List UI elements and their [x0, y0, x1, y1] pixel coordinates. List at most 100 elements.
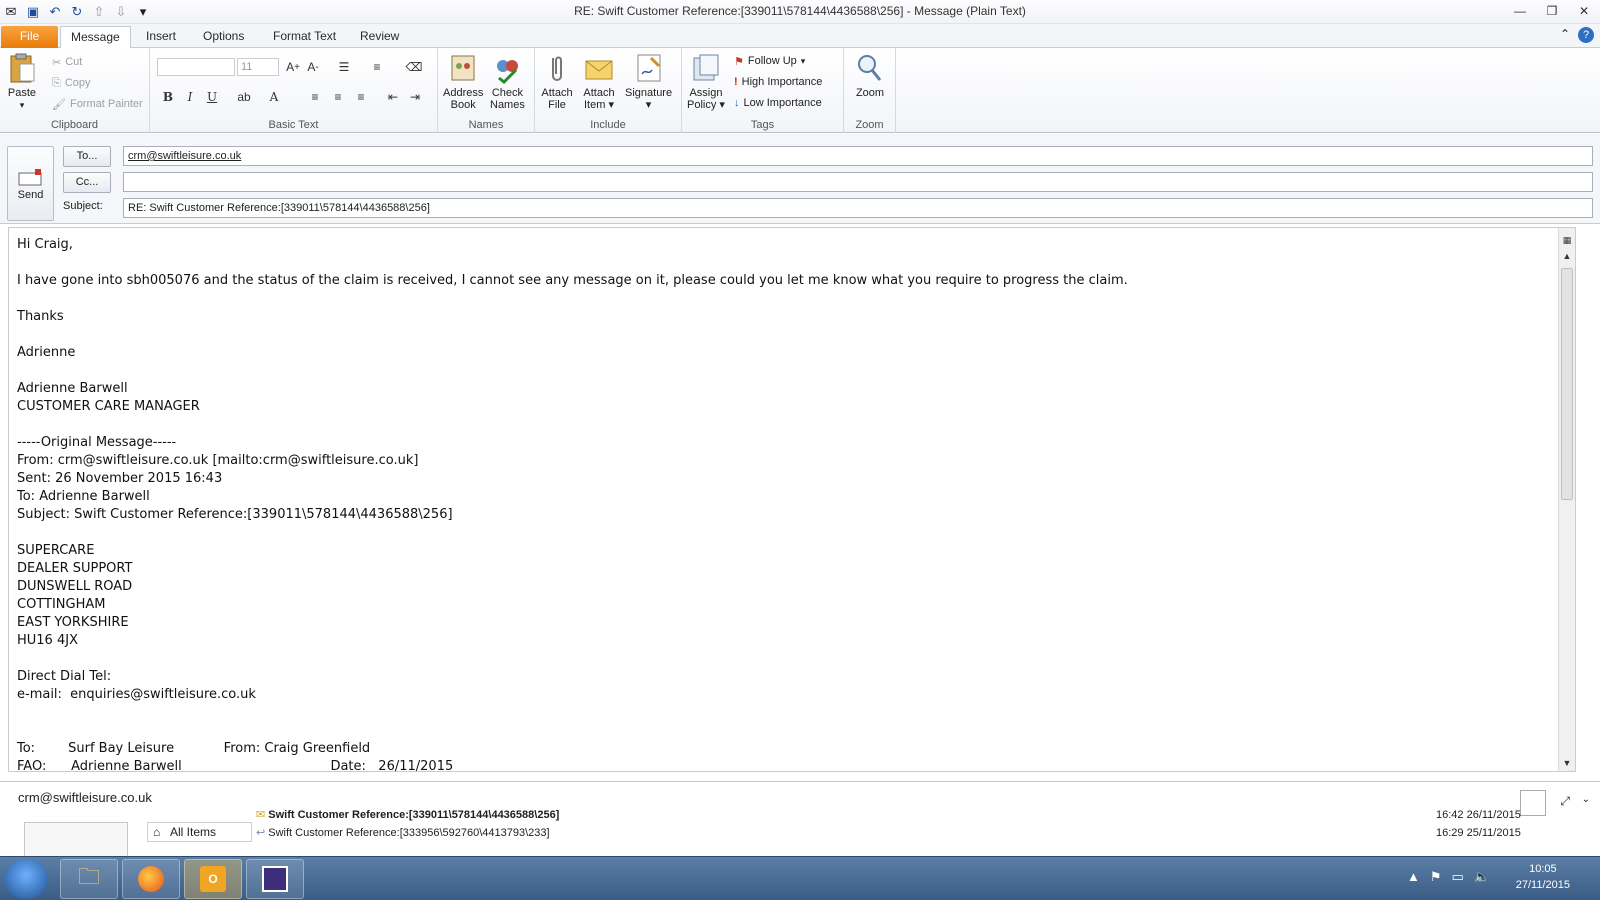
check-names-icon	[497, 60, 519, 84]
list-item[interactable]: ✉ Swift Customer Reference:[339011\57814…	[256, 806, 1556, 824]
clear-formatting-icon[interactable]: ⌫	[405, 58, 423, 76]
explorer-taskbar-button[interactable]: 🗀	[60, 859, 118, 899]
font-color-icon[interactable]: A	[265, 88, 283, 106]
down-arrow-icon: ↓	[734, 97, 740, 109]
help-icon[interactable]: ?	[1578, 27, 1594, 43]
flag-icon: ⚑	[734, 55, 744, 68]
people-pane: crm@swiftleisure.co.uk ⤢ ⌄ ⌂ All Items ✉…	[0, 781, 1600, 862]
taskbar: 🗀 O ▲ ⚑ ▭ 🔈 10:05 27/11/2015	[0, 856, 1600, 900]
cut-button[interactable]: ✂ Cut	[52, 53, 82, 71]
paste-button[interactable]: Paste ▾	[6, 52, 38, 111]
cc-field[interactable]	[123, 172, 1593, 192]
expand-icon[interactable]: ⤢	[1560, 794, 1570, 809]
message-body-text[interactable]: Hi Craig, I have gone into sbh005076 and…	[17, 236, 1557, 771]
low-importance-button[interactable]: ↓ Low Importance	[734, 94, 822, 112]
align-left-icon[interactable]: ≡	[306, 88, 324, 106]
tab-message[interactable]: Message	[60, 26, 131, 49]
tab-format-text[interactable]: Format Text	[263, 26, 346, 48]
action-center-flag-icon[interactable]: ⚑	[1430, 869, 1442, 885]
tab-file[interactable]: File	[1, 26, 58, 48]
window-title: RE: Swift Customer Reference:[339011\578…	[574, 4, 1026, 18]
tab-review[interactable]: Review	[350, 26, 409, 48]
scroll-down-icon[interactable]: ▼	[1559, 755, 1575, 771]
body-scrollbar[interactable]: ▦ ▲ ▼	[1558, 228, 1575, 771]
include-label: Include	[590, 119, 626, 131]
cc-button[interactable]: Cc...	[63, 172, 111, 193]
copy-button[interactable]: ⎘ Copy	[52, 74, 91, 92]
close-button[interactable]: ✕	[1568, 0, 1600, 22]
envelope-icon: ✉	[256, 809, 266, 821]
exclamation-icon: !	[734, 76, 738, 88]
tab-insert[interactable]: Insert	[136, 26, 186, 48]
address-book-icon	[451, 55, 475, 81]
clipboard-icon	[10, 53, 35, 83]
firefox-taskbar-button[interactable]	[122, 859, 180, 899]
restore-button[interactable]: ❐	[1536, 0, 1568, 22]
grow-font-icon[interactable]: A +	[284, 58, 302, 76]
show-hidden-icons-icon[interactable]: ▲	[1407, 869, 1420, 885]
align-right-icon[interactable]: ≡	[352, 88, 370, 106]
include-group: Attach File Attach Item ▾ Signature ▾ Inclu…	[535, 48, 682, 133]
subject-field[interactable]: RE: Swift Customer Reference:[339011\578…	[123, 198, 1593, 218]
minimize-ribbon-icon[interactable]: ⌃	[1560, 27, 1570, 43]
home-icon: ⌂	[153, 825, 161, 839]
clock-date: 27/11/2015	[1515, 879, 1570, 891]
format-painter-button[interactable]: 🖌 Format Painter	[52, 95, 143, 113]
scroll-up-icon[interactable]: ▲	[1559, 248, 1575, 264]
font-name-combo[interactable]	[157, 58, 235, 76]
collapse-icon[interactable]: ⌄	[1582, 794, 1590, 805]
ruler-icon[interactable]: ▦	[1559, 232, 1575, 248]
italic-icon[interactable]: I	[181, 88, 199, 106]
attach-file-button[interactable]: Attach File	[541, 52, 573, 111]
volume-icon[interactable]: 🔈	[1474, 869, 1490, 885]
align-center-icon[interactable]: ≡	[329, 88, 347, 106]
all-items-tab[interactable]: ⌂ All Items	[147, 822, 252, 842]
attach-item-button[interactable]: Attach Item ▾	[583, 52, 615, 111]
assign-policy-button[interactable]: Assign Policy ▾	[687, 52, 725, 111]
envelope-paperclip-icon	[585, 60, 613, 80]
outlook-icon: O	[200, 866, 226, 892]
address-book-button[interactable]: Address Book	[443, 52, 483, 111]
to-button[interactable]: To...	[63, 146, 111, 167]
highlight-icon[interactable]: ab	[235, 88, 253, 106]
firefox-icon	[138, 866, 164, 892]
windows-start-icon[interactable]	[4, 859, 48, 899]
to-field[interactable]: crm@swiftleisure.co.uk	[123, 146, 1593, 166]
increase-indent-icon[interactable]: ⇥	[406, 88, 424, 106]
tags-label: Tags	[750, 119, 775, 131]
names-label: Names	[468, 119, 504, 131]
taskbar-clock[interactable]: 10:05 27/11/2015	[1516, 861, 1570, 893]
send-button[interactable]: Send	[7, 146, 54, 221]
title-bar: ✉ ▣ ↶ ↻ ⇧ ⇩ ▾ RE: Swift Customer Referen…	[0, 0, 1600, 24]
zoom-button[interactable]: Zoom	[854, 52, 886, 99]
paperclip-icon	[552, 56, 562, 81]
bold-icon[interactable]: B	[159, 88, 177, 106]
message-body[interactable]: Hi Craig, I have gone into sbh005076 and…	[8, 227, 1576, 772]
check-names-button[interactable]: Check Names	[490, 52, 525, 111]
high-importance-button[interactable]: ! High Importance	[734, 73, 822, 91]
follow-up-button[interactable]: ⚑ Follow Up ▾	[734, 52, 805, 70]
people-pane-email: crm@swiftleisure.co.uk	[18, 790, 152, 805]
folder-icon: 🗀	[77, 864, 100, 889]
tab-options[interactable]: Options	[193, 26, 254, 48]
clipboard-group: Paste ▾ ✂ Cut ⎘ Copy 🖌 Format Painter Clipb…	[0, 48, 150, 133]
scrollbar-thumb[interactable]	[1561, 268, 1573, 500]
reply-icon: ↩	[256, 827, 266, 839]
font-size-combo[interactable]: 11	[237, 58, 279, 76]
basic-text-group: 11 A + A- ☰ ≡ ⌫ B I U ab A ≡ ≡ ≡ ⇤ ⇥ Basi…	[150, 48, 438, 133]
bullets-icon[interactable]: ☰	[335, 58, 353, 76]
list-item[interactable]: ↩ Swift Customer Reference:[333956\59276…	[256, 824, 1556, 842]
outlook-taskbar-button[interactable]: O	[184, 859, 242, 899]
network-icon[interactable]: ▭	[1452, 869, 1464, 885]
signature-button[interactable]: Signature ▾	[625, 52, 672, 111]
numbering-icon[interactable]: ≡	[368, 58, 386, 76]
shrink-font-icon[interactable]: A-	[304, 58, 322, 76]
decrease-indent-icon[interactable]: ⇤	[384, 88, 402, 106]
app-taskbar-button[interactable]	[246, 859, 304, 899]
message-header: Send To... Cc... Subject: crm@swiftleisu…	[0, 134, 1600, 224]
system-tray: ▲ ⚑ ▭ 🔈	[1407, 869, 1490, 885]
subject-label: Subject:	[63, 200, 103, 212]
underline-icon[interactable]: U	[203, 88, 221, 106]
minimize-button[interactable]: —	[1504, 0, 1536, 22]
basic-text-label: Basic Text	[268, 119, 319, 131]
